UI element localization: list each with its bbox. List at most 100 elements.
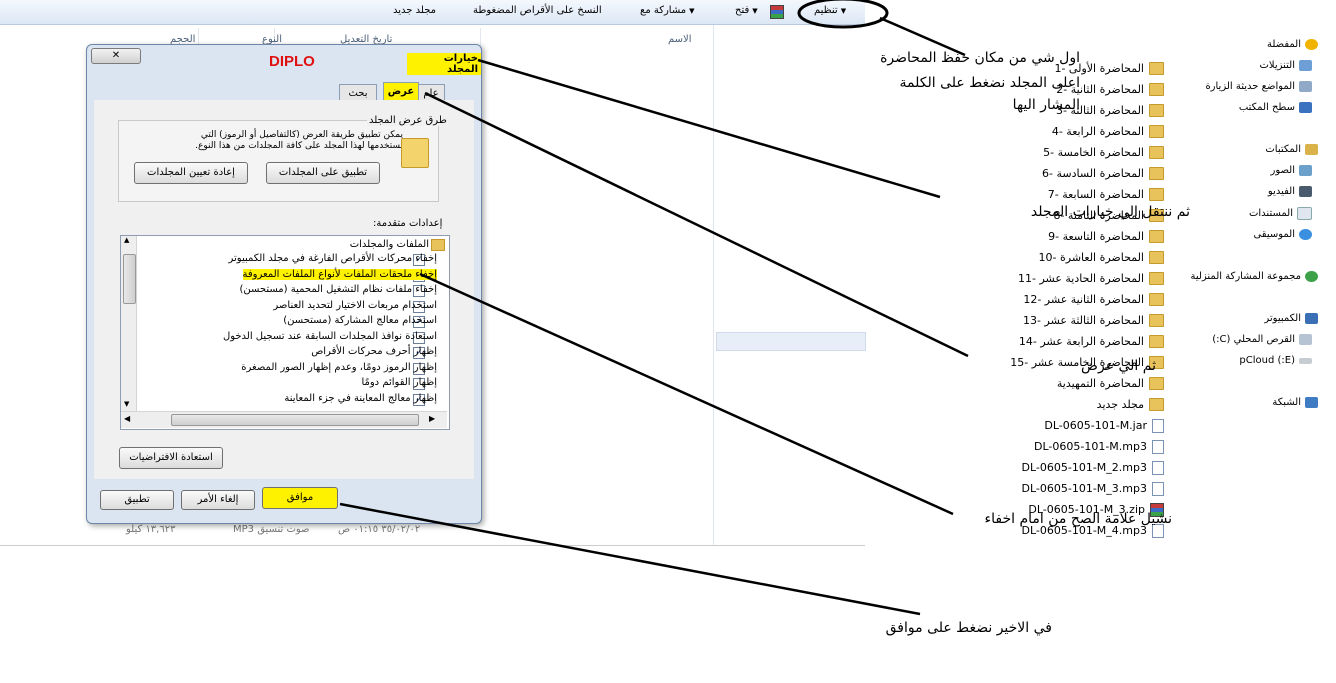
file-icon (1152, 439, 1164, 454)
nav-videos[interactable]: الفيديو (1268, 186, 1312, 197)
setting-label[interactable]: إخفاء ملفات نظام التشغيل المحمية (مستحسن… (239, 284, 437, 295)
file-row[interactable]: DL-0605-101-M.mp3 (1034, 437, 1164, 456)
setting-label[interactable]: إظهار أحرف محركات الأقراص (311, 346, 437, 357)
scroll-down-icon[interactable]: ▼ (124, 400, 129, 408)
computer-icon (1305, 313, 1318, 324)
folder-icon (1149, 83, 1164, 96)
scroll-right-icon[interactable]: ▶ (429, 414, 435, 423)
organize-button[interactable]: ▼تنظيم (814, 5, 846, 16)
row-date: ٣٥/٠٢/٠٢ ٠١:١٥ ص (338, 524, 421, 535)
nav-pictures[interactable]: الصور (1271, 165, 1312, 176)
file-row[interactable]: المحاضرة الثانية عشر -12 (1023, 290, 1164, 309)
file-row[interactable]: المحاضرة الحادية عشر -11 (1018, 269, 1164, 288)
tree-root: الملفات والمجلدات (349, 239, 429, 250)
setting-label[interactable]: إخفاء محركات الأقراص الفارغة في مجلد الك… (228, 253, 437, 264)
vertical-scrollbar[interactable]: ▲ ▼ (121, 236, 137, 411)
videos-icon (1299, 186, 1312, 197)
file-row[interactable]: DL-0605-101-M_2.mp3 (1022, 458, 1164, 477)
libraries-icon (1305, 144, 1318, 155)
apply-button[interactable]: تطبيق (100, 490, 174, 510)
folder-icon (1149, 167, 1164, 180)
dialog-title: خيارات المجلد (407, 53, 481, 75)
annotation-step1-line1: اول شي من مكان حفظ المحاضرة (880, 50, 1080, 66)
nav-downloads[interactable]: التنزيلات (1259, 60, 1312, 71)
network-icon (1305, 397, 1318, 408)
apply-to-folders-button[interactable]: تطبيق على المجلدات (266, 162, 380, 184)
folder-views-label: طرق عرض المجلد (367, 115, 449, 126)
file-row[interactable]: المحاضرة الرابعة عشر -14 (1019, 332, 1164, 351)
folder-view-icon (401, 138, 429, 168)
music-icon (1299, 229, 1312, 240)
setting-label[interactable]: إظهار معالج المعاينة في جزء المعاينة (284, 393, 437, 404)
folder-views-desc-1: يمكن تطبيق طريقة العرض (كالتفاصيل أو الر… (200, 130, 403, 140)
file-name: المحاضرة الثالثة عشر -13 (1023, 314, 1144, 327)
nav-documents[interactable]: المستندات (1249, 207, 1312, 220)
winrar-icon (770, 5, 784, 19)
file-name: المحاضرة التاسعة -9 (1048, 230, 1144, 243)
nav-desktop[interactable]: سطح المكتب (1239, 102, 1312, 113)
file-name: DL-0605-101-M.jar (1044, 419, 1147, 432)
file-row[interactable]: المحاضرة العاشرة -10 (1039, 248, 1164, 267)
file-row[interactable]: المحاضرة التاسعة -9 (1048, 227, 1164, 246)
share-with-button[interactable]: ▼مشاركة مع (640, 5, 695, 16)
reset-folders-button[interactable]: إعادة تعيين المجلدات (134, 162, 248, 184)
file-row[interactable]: مجلد جديد (1097, 395, 1164, 414)
restore-defaults-button[interactable]: استعادة الافتراضيات (119, 447, 223, 469)
new-folder-button[interactable]: مجلد جديد (393, 5, 436, 16)
explorer-toolbar: ▼تنظيم ▼فتح ▼مشاركة مع النسخ على الأقراص… (0, 0, 865, 25)
setting-label[interactable]: استعادة نوافذ المجلدات السابقة عند تسجيل… (223, 331, 437, 342)
nav-favorites[interactable]: المفضلة (1267, 39, 1318, 50)
cancel-button[interactable]: إلغاء الأمر (181, 490, 255, 510)
star-icon (1305, 39, 1318, 50)
file-name: المحاضرة السادسة -6 (1042, 167, 1144, 180)
scroll-thumb[interactable] (123, 254, 136, 304)
file-row[interactable]: المحاضرة السابعة -7 (1048, 185, 1164, 204)
file-name: المحاضرة الحادية عشر -11 (1017, 272, 1144, 285)
scroll-up-icon[interactable]: ▲ (124, 236, 129, 244)
nav-network[interactable]: الشبكة (1272, 397, 1318, 408)
file-icon (1152, 460, 1164, 475)
scroll-left-icon[interactable]: ◀ (124, 414, 130, 423)
folder-icon (1149, 125, 1164, 138)
file-row[interactable]: المحاضرة التمهيدية (1057, 374, 1164, 393)
documents-icon (1297, 207, 1312, 220)
file-name: مجلد جديد (1096, 398, 1144, 411)
setting-label[interactable]: استخدام مربعات الاختيار لتحديد العناصر (273, 300, 437, 311)
nav-libraries[interactable]: المكتبات (1265, 144, 1318, 155)
file-row[interactable]: المحاضرة الثالثة عشر -13 (1023, 311, 1164, 330)
folder-icon (1149, 188, 1164, 201)
setting-label[interactable]: استخدام معالج المشاركة (مستحسن) (283, 315, 437, 326)
folder-icon (1149, 62, 1164, 75)
pictures-icon (1299, 165, 1312, 176)
open-button[interactable]: ▼فتح (735, 5, 758, 16)
setting-label[interactable]: إظهار الرموز دومًا، وعدم إظهار الصور الم… (241, 362, 437, 373)
nav-music[interactable]: الموسيقى (1253, 229, 1312, 240)
recent-places-icon (1299, 81, 1312, 92)
setting-label[interactable]: إظهار القوائم دومًا (361, 377, 437, 388)
folder-icon (1149, 272, 1164, 285)
burn-button[interactable]: النسخ على الأقراص المضغوطة (473, 5, 602, 16)
folder-icon (1149, 230, 1164, 243)
nav-computer[interactable]: الكمبيوتر (1264, 313, 1318, 324)
annotation-step3: ثم الي عرض (1081, 358, 1156, 374)
h-scroll-thumb[interactable] (171, 414, 419, 426)
file-row[interactable]: DL-0605-101-M.jar (1044, 416, 1164, 435)
nav-homegroup[interactable]: مجموعة المشاركة المنزلية (1190, 271, 1318, 282)
folder-options-dialog: ✕ DIPLO خيارات المجلد عام عرض بحث طرق عر… (86, 44, 482, 524)
horizontal-scrollbar[interactable]: ◀ ▶ (121, 411, 447, 428)
file-row[interactable]: المحاضرة الرابعة -4 (1052, 122, 1164, 141)
column-name[interactable]: الاسم (668, 34, 692, 45)
nav-local-disk[interactable]: القرص المحلي (C:) (1212, 334, 1312, 345)
row-size: ١٣,٦٢٣ كيلو (126, 524, 176, 535)
file-name: المحاضرة العاشرة -10 (1038, 251, 1144, 264)
annotation-step2: ثم ننتقل الي خيارات المجلد (1030, 204, 1190, 220)
nav-recent-places[interactable]: المواضع حديثة الزيارة (1205, 81, 1312, 92)
close-button[interactable]: ✕ (91, 48, 141, 64)
file-row[interactable]: المحاضرة الخامسة -5 (1043, 143, 1164, 162)
ok-button[interactable]: موافق (262, 487, 338, 509)
file-row[interactable]: DL-0605-101-M_3.mp3 (1022, 479, 1164, 498)
downloads-icon (1299, 60, 1312, 71)
nav-pcloud[interactable]: (E:) pCloud (1239, 355, 1312, 366)
file-row[interactable]: المحاضرة السادسة -6 (1042, 164, 1164, 183)
setting-label[interactable]: إخفاء ملحقات الملفات لأنواع الملفات المع… (242, 268, 437, 280)
